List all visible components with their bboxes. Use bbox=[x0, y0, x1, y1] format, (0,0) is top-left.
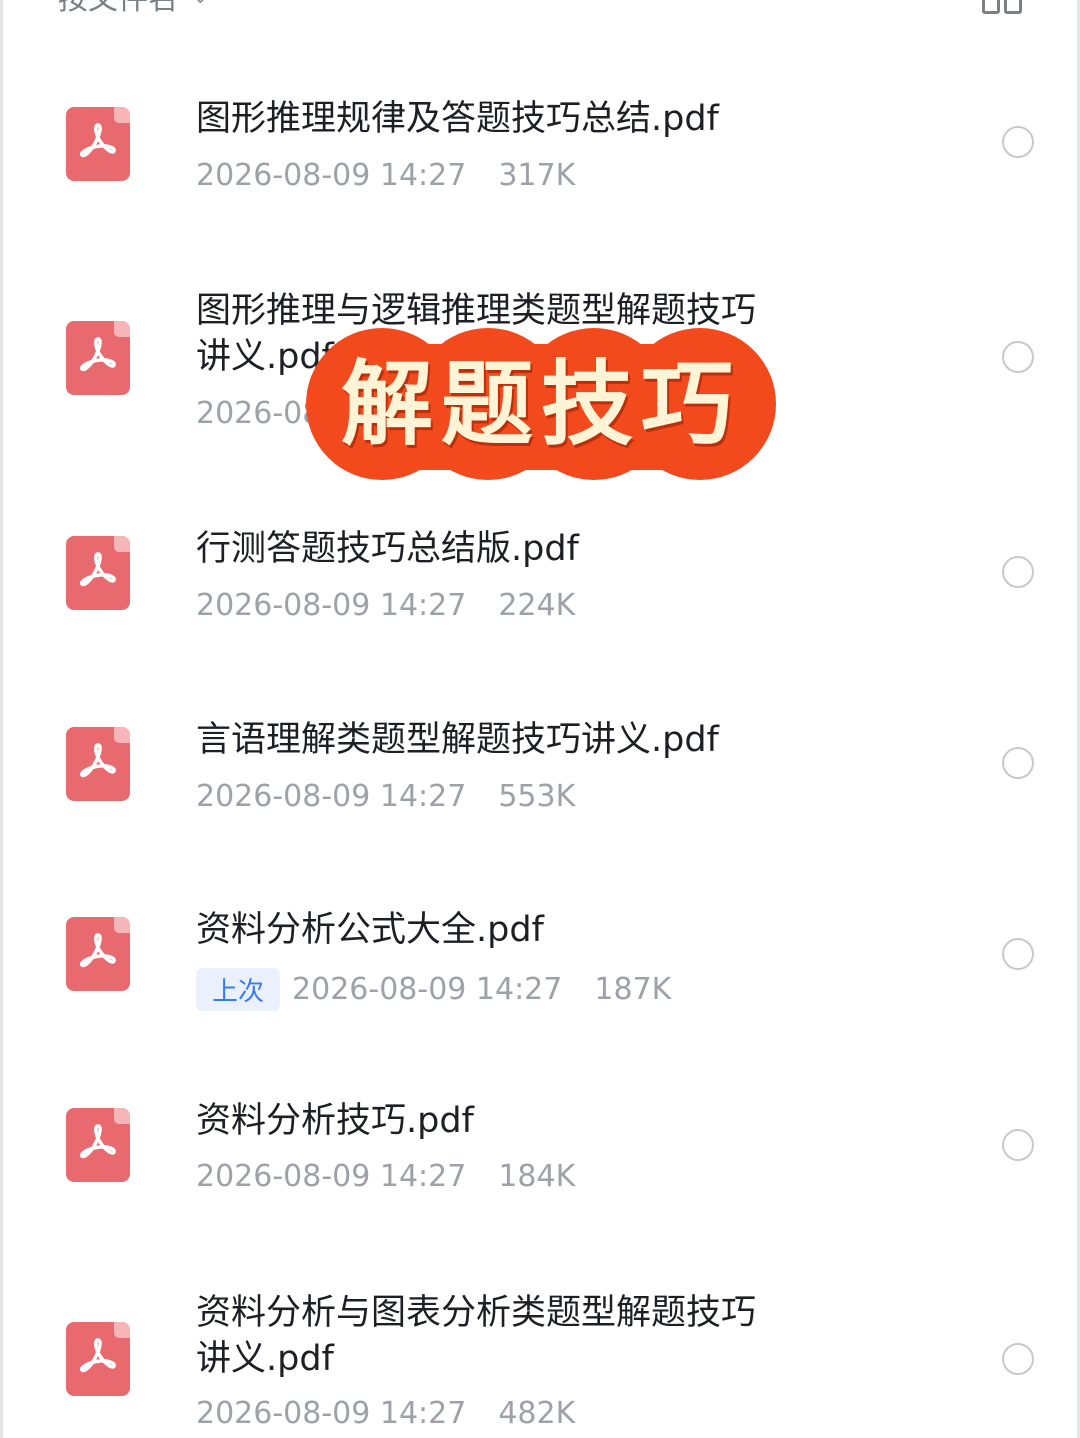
select-radio[interactable] bbox=[1002, 126, 1034, 158]
grid-view-icon[interactable] bbox=[982, 0, 1022, 14]
file-date: 2026-08-09 14:27 bbox=[196, 1396, 467, 1431]
file-size: 187K bbox=[594, 972, 672, 1007]
select-radio[interactable] bbox=[1002, 556, 1034, 588]
file-date: 2026-08-09 14:27 bbox=[292, 972, 563, 1007]
file-name: 资料分析与图表分析类题型解题技巧 讲义.pdf bbox=[196, 1293, 757, 1379]
select-radio[interactable] bbox=[1002, 1343, 1034, 1375]
file-name: 资料分析技巧.pdf bbox=[196, 1101, 474, 1141]
file-name: 行测答题技巧总结版.pdf bbox=[196, 529, 579, 569]
pdf-file-icon bbox=[66, 917, 130, 991]
file-size: 184K bbox=[498, 1159, 576, 1194]
pdf-file-icon bbox=[66, 1108, 130, 1182]
sort-label: 按文件名 bbox=[58, 0, 178, 18]
left-edge bbox=[0, 0, 3, 1438]
file-name: 言语理解类题型解题技巧讲义.pdf bbox=[196, 720, 719, 760]
select-radio[interactable] bbox=[1002, 747, 1034, 779]
file-browser-page: 按文件名 ⌄ 图形推理规律及答题技巧总结.pdf 2026-08-09 14:2… bbox=[0, 0, 1080, 1438]
sort-selector[interactable]: 按文件名 ⌄ bbox=[58, 0, 209, 18]
file-meta: 2026-08-09 14:27 553K bbox=[196, 779, 575, 814]
file-meta: 2026-08-09 14:27 184K bbox=[196, 1159, 575, 1194]
file-date: 2026-08-09 14:27 bbox=[196, 779, 467, 814]
chevron-down-icon: ⌄ bbox=[192, 0, 209, 8]
file-date: 2026-08-09 14:27 bbox=[196, 158, 467, 193]
file-meta: 2026-08-09 14:27 482K bbox=[196, 1396, 575, 1431]
file-name: 资料分析公式大全.pdf bbox=[196, 910, 544, 950]
file-meta: 2026-08-09 14:27 224K bbox=[196, 588, 575, 623]
pdf-file-icon bbox=[66, 1322, 130, 1396]
pdf-file-icon bbox=[66, 321, 130, 395]
select-radio[interactable] bbox=[1002, 1129, 1034, 1161]
file-meta: 上次 2026-08-09 14:27 187K bbox=[196, 968, 671, 1011]
select-radio[interactable] bbox=[1002, 938, 1034, 970]
overlay-title: 解题技巧 bbox=[340, 350, 741, 458]
pdf-file-icon bbox=[66, 727, 130, 801]
pdf-file-icon bbox=[66, 107, 130, 181]
file-name: 图形推理规律及答题技巧总结.pdf bbox=[196, 99, 719, 139]
file-size: 317K bbox=[498, 158, 576, 193]
pdf-file-icon bbox=[66, 536, 130, 610]
file-size: 553K bbox=[498, 779, 576, 814]
recent-badge: 上次 bbox=[196, 968, 281, 1011]
file-date: 2026-08-09 14:27 bbox=[196, 1159, 467, 1194]
overlay-banner: 解题技巧 bbox=[306, 328, 776, 480]
select-radio[interactable] bbox=[1002, 341, 1034, 373]
file-date: 2026-08-09 14:27 bbox=[196, 588, 467, 623]
file-meta: 2026-08-09 14:27 317K bbox=[196, 158, 575, 193]
file-size: 224K bbox=[498, 588, 576, 623]
file-size: 482K bbox=[498, 1396, 576, 1431]
